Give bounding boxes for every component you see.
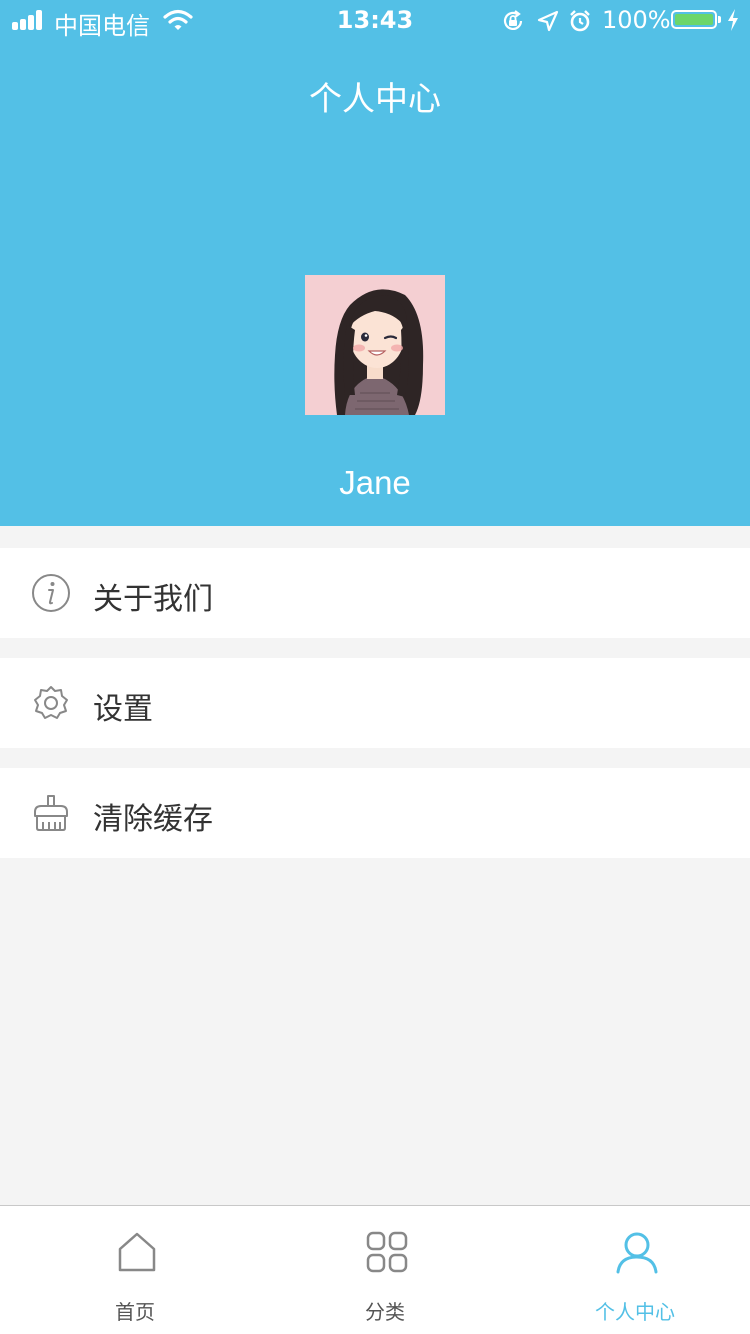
gear-icon [34, 686, 68, 719]
avatar-illustration [305, 275, 445, 415]
menu-item-clear-cache[interactable]: 清除缓存 [0, 768, 750, 858]
info-icon [32, 574, 70, 612]
alarm-icon [570, 10, 590, 32]
home-icon [118, 1232, 156, 1272]
username: Jane [339, 464, 411, 501]
broom-icon [34, 795, 68, 831]
menu-item-label: 关于我们 [93, 582, 213, 617]
tab-profile[interactable]: 个人中心 [510, 1206, 750, 1334]
status-bar: 中国电信 13:43 100% [0, 0, 750, 40]
charging-bolt-icon [728, 9, 738, 31]
tab-home[interactable]: 首页 [10, 1206, 260, 1334]
battery-percentage: 100% [602, 6, 671, 34]
menu-item-label: 设置 [93, 692, 153, 727]
profile-header: 中国电信 13:43 100% 个人中心 Jane [0, 0, 750, 526]
rotation-lock-icon [503, 10, 523, 30]
battery-icon [671, 10, 717, 29]
menu-item-settings[interactable]: 设置 [0, 658, 750, 748]
menu-item-label: 清除缓存 [93, 802, 213, 837]
tab-label: 个人中心 [595, 1300, 675, 1324]
menu-item-about-us[interactable]: 关于我们 [0, 548, 750, 638]
battery-tip [718, 16, 721, 23]
tab-label: 首页 [115, 1300, 155, 1324]
page-title: 个人中心 [309, 79, 441, 118]
avatar[interactable] [305, 275, 445, 415]
user-icon [616, 1232, 658, 1274]
tab-label: 分类 [365, 1300, 405, 1324]
category-grid-icon [366, 1231, 408, 1273]
tab-category[interactable]: 分类 [260, 1206, 510, 1334]
location-arrow-icon [537, 10, 559, 32]
tab-bar: 首页 分类 个人中心 [0, 1205, 750, 1334]
